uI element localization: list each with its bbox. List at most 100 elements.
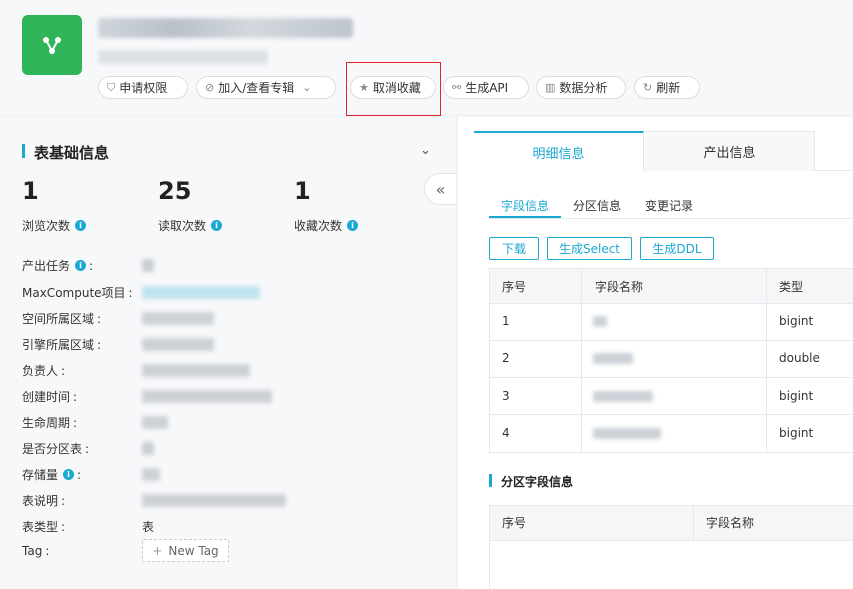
subtab-partitions[interactable]: 分区信息 bbox=[573, 197, 621, 214]
partition-column-no: 序号 bbox=[502, 516, 527, 530]
colon: : bbox=[97, 311, 102, 326]
colon: : bbox=[77, 467, 82, 482]
view-count-label: 浏览次数 i bbox=[22, 217, 87, 234]
info-icon[interactable]: i bbox=[75, 260, 87, 271]
tab-detail-info[interactable]: 明细信息 bbox=[474, 131, 644, 171]
download-button[interactable]: 下载 bbox=[489, 237, 539, 260]
generate-select-button[interactable]: 生成Select bbox=[547, 237, 632, 260]
refresh-label: 刷新 bbox=[656, 81, 681, 95]
compass-icon: ⊘ bbox=[205, 81, 215, 94]
table-border bbox=[766, 268, 767, 452]
created-label: 创建时间: bbox=[22, 388, 77, 405]
partitioned-label: 是否分区表: bbox=[22, 440, 89, 457]
project-value[interactable] bbox=[142, 286, 260, 299]
column-header-no: 序号 bbox=[502, 280, 527, 294]
table-border bbox=[489, 303, 853, 304]
colon: : bbox=[61, 363, 66, 378]
row-no: 1 bbox=[502, 314, 510, 328]
info-icon[interactable]: i bbox=[63, 469, 75, 480]
row-no: 3 bbox=[502, 389, 510, 403]
table-border bbox=[489, 340, 853, 341]
read-count-label: 读取次数 i bbox=[158, 217, 223, 234]
refresh-button[interactable]: ↻ 刷新 bbox=[634, 76, 700, 99]
tag-label-text: Tag bbox=[22, 544, 43, 558]
apply-permission-button[interactable]: ⛉ 申请权限 bbox=[98, 76, 188, 99]
table-border bbox=[581, 268, 582, 452]
project-label: MaxCompute项目: bbox=[22, 284, 133, 301]
table-logo bbox=[22, 15, 82, 75]
favorite-count-label: 收藏次数 i bbox=[294, 217, 359, 234]
apply-permission-label: 申请权限 bbox=[119, 81, 168, 95]
subtab-changes[interactable]: 变更记录 bbox=[645, 197, 693, 214]
table-title: google_demo_created_tl bbox=[98, 18, 353, 38]
section-accent-bar bbox=[22, 144, 25, 158]
generate-ddl-button[interactable]: 生成DDL bbox=[640, 237, 714, 260]
join-album-label: 加入/查看专辑 bbox=[218, 81, 295, 95]
table-border bbox=[489, 414, 853, 415]
column-header-type: 类型 bbox=[779, 280, 804, 294]
space-region-label-text: 空间所属区域 bbox=[22, 312, 95, 326]
table-type-value: 表 bbox=[142, 520, 155, 534]
data-analysis-label: 数据分析 bbox=[559, 81, 608, 95]
basic-info-title: 表基础信息 bbox=[34, 144, 110, 162]
data-analysis-button[interactable]: ▥ 数据分析 bbox=[536, 76, 626, 99]
storage-label-text: 存储量 bbox=[22, 468, 59, 482]
lifecycle-value bbox=[142, 416, 168, 429]
branch-icon bbox=[43, 37, 61, 54]
subtab-divider bbox=[489, 218, 853, 219]
table-border bbox=[489, 505, 490, 589]
column-header-name: 字段名称 bbox=[595, 280, 644, 294]
row-type: double bbox=[779, 351, 820, 365]
collapse-panel-button[interactable]: « bbox=[424, 173, 456, 205]
table-border bbox=[489, 268, 490, 452]
colon: : bbox=[73, 389, 78, 404]
tag-label: Tag: bbox=[22, 544, 49, 558]
owner-value bbox=[142, 364, 250, 377]
table-border bbox=[693, 505, 694, 540]
new-tag-button[interactable]: + New Tag bbox=[142, 539, 229, 562]
refresh-icon: ↻ bbox=[643, 81, 653, 94]
favorite-count: 1 bbox=[294, 177, 311, 205]
favorite-count-text: 收藏次数 bbox=[294, 219, 343, 233]
link-icon: ⚯ bbox=[452, 81, 462, 94]
row-type: bigint bbox=[779, 314, 814, 328]
chevron-down-icon[interactable]: ⌄ bbox=[420, 143, 431, 158]
storage-value bbox=[142, 468, 160, 481]
colon: : bbox=[128, 285, 133, 300]
row-field-name bbox=[593, 391, 653, 402]
subtab-fields[interactable]: 字段信息 bbox=[501, 197, 549, 214]
colon: : bbox=[61, 493, 66, 508]
colon: : bbox=[85, 441, 90, 456]
tab-output-info[interactable]: 产出信息 bbox=[645, 131, 815, 171]
highlight-box bbox=[346, 62, 441, 116]
colon: : bbox=[97, 337, 102, 352]
double-chevron-left-icon: « bbox=[435, 179, 446, 199]
desc-label: 表说明: bbox=[22, 492, 65, 509]
desc-value bbox=[142, 494, 286, 507]
lifecycle-label-text: 生命周期 bbox=[22, 416, 71, 430]
info-icon[interactable]: i bbox=[347, 220, 359, 231]
desc-label-text: 表说明 bbox=[22, 494, 59, 508]
space-region-label: 空间所属区域: bbox=[22, 310, 101, 327]
partition-accent-bar bbox=[489, 474, 492, 487]
info-icon[interactable]: i bbox=[211, 220, 223, 231]
table-border bbox=[489, 540, 853, 541]
generate-api-button[interactable]: ⚯ 生成API bbox=[443, 76, 529, 99]
generate-api-label: 生成API bbox=[465, 81, 509, 95]
view-count: 1 bbox=[22, 177, 39, 205]
colon: : bbox=[61, 519, 66, 534]
table-border bbox=[489, 505, 853, 506]
join-album-button[interactable]: ⊘ 加入/查看专辑 ⌄ bbox=[196, 76, 336, 99]
colon: : bbox=[73, 415, 78, 430]
read-count: 25 bbox=[158, 177, 192, 205]
task-label-text: 产出任务 bbox=[22, 259, 71, 273]
table-border bbox=[489, 452, 853, 453]
engine-region-label: 引擎所属区域: bbox=[22, 336, 101, 353]
table-subtitle: prod_demo_create123 bbox=[98, 50, 268, 64]
owner-label-text: 负责人 bbox=[22, 364, 59, 378]
engine-region-value bbox=[142, 338, 214, 351]
row-type: bigint bbox=[779, 389, 814, 403]
engine-region-label-text: 引擎所属区域 bbox=[22, 338, 95, 352]
info-icon[interactable]: i bbox=[75, 220, 87, 231]
created-label-text: 创建时间 bbox=[22, 390, 71, 404]
